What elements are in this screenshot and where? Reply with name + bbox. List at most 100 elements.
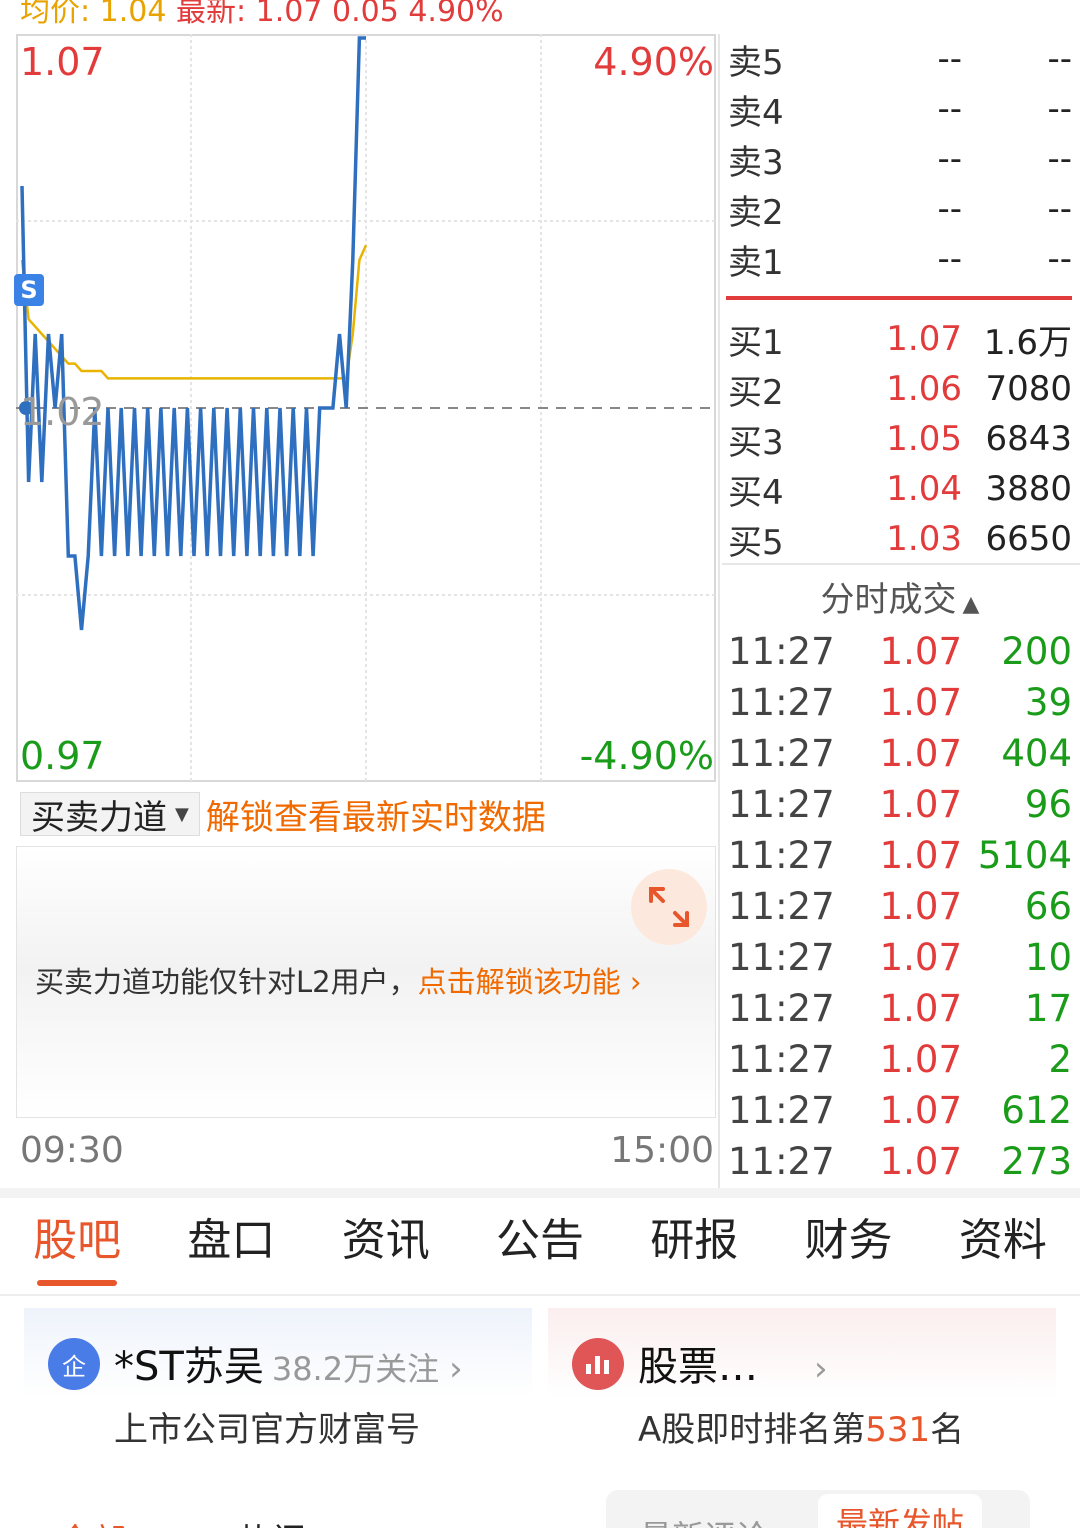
- triangle-up-icon: ▲: [962, 592, 980, 617]
- avg-value: 1.04: [99, 0, 167, 29]
- sell-row: 卖2 -- --: [722, 184, 1078, 234]
- order-level-label: 卖1: [728, 242, 784, 283]
- order-level-label: 卖3: [728, 142, 784, 183]
- tick-row: 11:27 1.07 2: [722, 1034, 1078, 1085]
- expand-button[interactable]: [631, 869, 707, 945]
- chevron-right-icon: ›: [814, 1349, 828, 1389]
- intraday-chart[interactable]: 1.07 1.02 0.97 4.90% -4.90% S: [14, 34, 716, 782]
- tick-time: 11:27: [728, 834, 835, 877]
- buy-row: 买1 1.07 1.6万: [722, 314, 1078, 364]
- tick-volume: 404: [1001, 732, 1072, 775]
- order-price: 1.04: [886, 469, 962, 509]
- chart-time-axis: 09:30 15:00: [20, 1130, 714, 1176]
- order-price: --: [937, 239, 962, 279]
- expand-icon: [649, 887, 689, 927]
- l2-locked-panel: 买卖力道功能仅针对L2用户，点击解锁该功能 ›: [16, 846, 716, 1118]
- indicator-dropdown[interactable]: 买卖力道 ▼: [20, 792, 200, 838]
- sort-segment: 最新评论 最新发帖: [606, 1490, 1030, 1528]
- price-mid-label: 1.02: [20, 390, 105, 434]
- sell-signal-marker[interactable]: S: [14, 274, 44, 306]
- order-volume: --: [1047, 139, 1072, 179]
- buy-orders: 买1 1.07 1.6万买2 1.06 7080 买3 1.05 6843 买4 1.04 3880…: [722, 314, 1078, 564]
- ranking-name-row: 股票… ›: [638, 1334, 828, 1392]
- pct-high-label: 4.90%: [593, 40, 714, 84]
- tick-time: 11:27: [728, 630, 835, 673]
- tick-list[interactable]: 11:27 1.07 200 11:27 1.07 39 11:27 1.07 404 11:27…: [722, 626, 1078, 1187]
- tick-time: 11:27: [728, 732, 835, 775]
- sell-orders: 卖5 -- -- 卖4 -- -- 卖3 -- -- 卖2 -- -- 卖1 -- --: [722, 34, 1078, 284]
- buy-row: 买4 1.04 3880: [722, 464, 1078, 514]
- order-volume: --: [1047, 39, 1072, 79]
- caret-down-icon: ▼: [175, 803, 189, 825]
- company-name: *ST苏吴: [114, 1344, 264, 1390]
- sell-row: 卖3 -- --: [722, 134, 1078, 184]
- tick-row: 11:27 1.07 273: [722, 1136, 1078, 1187]
- tick-price: 1.07: [879, 783, 962, 826]
- detail-tabs: 股吧 盘口 资讯 公告 研报 财务 资料: [0, 1198, 1080, 1296]
- tick-row: 11:27 1.07 404: [722, 728, 1078, 779]
- book-mid-divider: [726, 296, 1072, 300]
- last-value: 1.07: [255, 0, 323, 29]
- tick-row: 11:27 1.07 39: [722, 677, 1078, 728]
- tab-3[interactable]: 公告: [463, 1198, 617, 1294]
- tick-volume: 17: [1024, 987, 1072, 1030]
- last-label: 最新:: [176, 0, 247, 29]
- unlock-link[interactable]: 解锁查看最新实时数据: [206, 790, 546, 839]
- order-volume: --: [1047, 239, 1072, 279]
- order-price: 1.05: [886, 419, 962, 459]
- order-volume: 6650: [985, 519, 1072, 559]
- tab-1[interactable]: 盘口: [154, 1198, 308, 1294]
- order-price: 1.03: [886, 519, 962, 559]
- filter-all-tab[interactable]: 全部: [58, 1514, 126, 1528]
- tick-volume: 200: [1001, 630, 1072, 673]
- tick-price: 1.07: [879, 1089, 962, 1132]
- tick-time: 11:27: [728, 681, 835, 724]
- tab-6[interactable]: 资料: [926, 1198, 1080, 1294]
- buy-row: 买5 1.03 6650: [722, 514, 1078, 564]
- tick-volume: 2: [1048, 1038, 1072, 1081]
- ticks-toggle[interactable]: 分时成交 ▲: [722, 572, 1078, 620]
- pct-low-label: -4.90%: [579, 734, 714, 778]
- order-volume: 7080: [985, 369, 1072, 409]
- order-price: 1.06: [886, 369, 962, 409]
- sort-latest-post[interactable]: 最新发帖: [818, 1494, 983, 1528]
- time-start-label: 09:30: [20, 1130, 124, 1171]
- tick-row: 11:27 1.07 10: [722, 932, 1078, 983]
- order-level-label: 卖4: [728, 92, 784, 133]
- l2-unlock-link[interactable]: 点击解锁该功能 ›: [418, 965, 642, 999]
- l2-cta-text: 点击解锁该功能: [417, 965, 621, 999]
- order-level-label: 卖5: [728, 42, 784, 83]
- tick-price: 1.07: [879, 885, 962, 928]
- sell-row: 卖1 -- --: [722, 234, 1078, 284]
- enterprise-badge-icon: 企: [48, 1338, 100, 1390]
- tick-price: 1.07: [879, 1140, 962, 1183]
- tick-price: 1.07: [879, 681, 962, 724]
- tick-row: 11:27 1.07 200: [722, 626, 1078, 677]
- order-level-label: 买2: [728, 372, 784, 413]
- order-price: --: [937, 189, 962, 229]
- filter-hot-tab[interactable]: 热门: [238, 1514, 306, 1528]
- indicator-row: 买卖力道 ▼ 解锁查看最新实时数据: [20, 790, 546, 838]
- buy-row: 买3 1.05 6843: [722, 414, 1078, 464]
- company-account-card[interactable]: 企 *ST苏吴 38.2万关注 › 上市公司官方财富号: [24, 1308, 532, 1450]
- tick-volume: 96: [1024, 783, 1072, 826]
- company-subtitle: 上市公司官方财富号: [114, 1410, 420, 1450]
- tab-2[interactable]: 资讯: [309, 1198, 463, 1294]
- tab-0[interactable]: 股吧: [0, 1198, 154, 1294]
- order-volume: --: [1047, 89, 1072, 129]
- tick-time: 11:27: [728, 1038, 835, 1081]
- change-pct: 4.90%: [408, 0, 504, 29]
- indicator-selected: 买卖力道: [31, 797, 167, 838]
- sort-latest-comment[interactable]: 最新评论: [640, 1512, 768, 1528]
- section-separator: [0, 1188, 1080, 1198]
- tick-time: 11:27: [728, 783, 835, 826]
- book-bottom-divider: [722, 563, 1080, 565]
- tab-5[interactable]: 财务: [771, 1198, 925, 1294]
- company-followers: 38.2万关注: [271, 1350, 440, 1388]
- bar-chart-glyph: [586, 1356, 609, 1374]
- change-value: 0.05: [332, 0, 399, 29]
- tick-price: 1.07: [879, 834, 962, 877]
- tick-volume: 39: [1024, 681, 1072, 724]
- ranking-card[interactable]: 股票… › A股即时排名第531名: [548, 1308, 1056, 1450]
- tab-4[interactable]: 研报: [617, 1198, 771, 1294]
